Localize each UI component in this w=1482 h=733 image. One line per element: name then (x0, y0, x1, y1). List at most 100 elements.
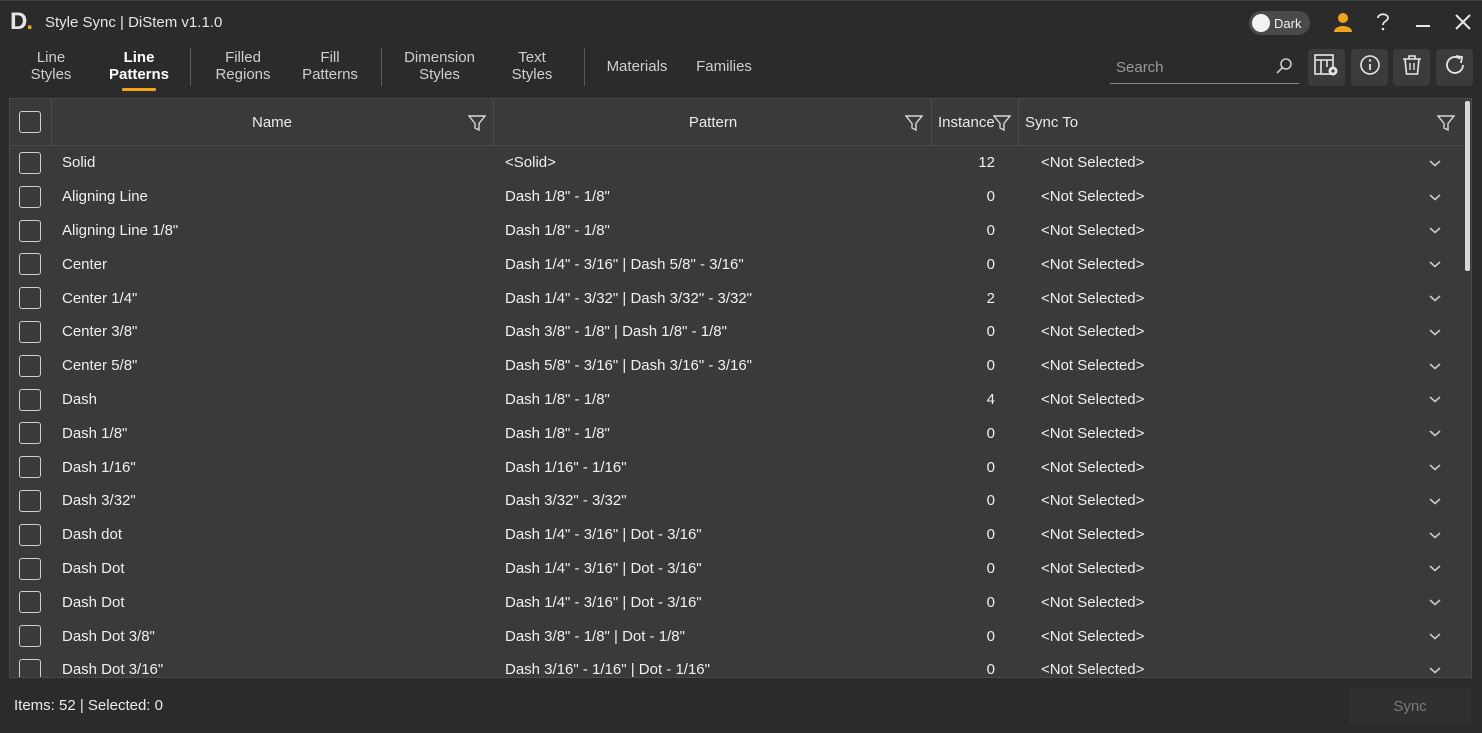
sync-to-dropdown[interactable]: <Not Selected> (1041, 315, 1144, 349)
row-name: Dash Dot (62, 559, 125, 577)
sync-to-dropdown[interactable]: <Not Selected> (1041, 247, 1144, 281)
row-checkbox[interactable] (19, 185, 41, 208)
vertical-scrollbar[interactable] (1465, 101, 1470, 271)
row-checkbox[interactable] (19, 557, 41, 580)
row-checkbox[interactable] (19, 591, 41, 614)
refresh-button[interactable] (1436, 49, 1473, 86)
tab-line-styles[interactable]: Line Styles (28, 49, 74, 83)
sync-to-dropdown[interactable]: <Not Selected> (1041, 383, 1144, 417)
sync-to-dropdown[interactable]: <Not Selected> (1041, 349, 1144, 383)
tab-line-patterns[interactable]: Line Patterns (106, 49, 172, 91)
table-row[interactable]: Center 5/8" Dash 5/8" - 3/16" | Dash 3/16… (10, 349, 1464, 383)
sync-to-dropdown[interactable]: <Not Selected> (1041, 416, 1144, 450)
column-header-name[interactable]: Name (51, 99, 493, 146)
chevron-down-icon[interactable] (1428, 281, 1442, 315)
column-header-pattern[interactable]: Pattern (494, 99, 932, 146)
tab-families[interactable]: Families (692, 58, 756, 75)
minimize-icon[interactable] (1410, 9, 1436, 35)
filter-sync-to-icon[interactable] (1436, 114, 1456, 137)
table-row[interactable]: Dash Dash 1/8" - 1/8" 4 <Not Selected> (10, 383, 1464, 417)
delete-button[interactable] (1393, 49, 1430, 86)
table-row[interactable]: Dash 1/16" Dash 1/16" - 1/16" 0 <Not Select… (10, 450, 1464, 484)
chevron-down-icon[interactable] (1428, 450, 1442, 484)
row-checkbox[interactable] (19, 523, 41, 546)
sync-to-dropdown[interactable]: <Not Selected> (1041, 281, 1144, 315)
row-checkbox[interactable] (19, 152, 41, 174)
sync-to-dropdown[interactable]: <Not Selected> (1041, 552, 1144, 586)
table-row[interactable]: Solid <Solid> 12 <Not Selected> (10, 146, 1464, 180)
row-checkbox[interactable] (19, 253, 41, 276)
sync-to-dropdown[interactable]: <Not Selected> (1041, 653, 1144, 677)
row-checkbox[interactable] (19, 388, 41, 411)
tab-divider (190, 48, 191, 86)
user-icon[interactable] (1330, 9, 1356, 35)
table-row[interactable]: Dash dot Dash 1/4" - 3/16" | Dot - 3/16" 0… (10, 518, 1464, 552)
row-pattern: Dash 5/8" - 3/16" | Dash 3/16" - 3/16" (505, 357, 752, 375)
table-row[interactable]: Dash Dot 3/8" Dash 3/8" - 1/8" | Dot - 1/… (10, 619, 1464, 653)
search-input[interactable] (1116, 57, 1266, 77)
table-row[interactable]: Dash 1/8" Dash 1/8" - 1/8" 0 <Not Selected> (10, 416, 1464, 450)
table-row[interactable]: Center Dash 1/4" - 3/16" | Dash 5/8" - 3/… (10, 247, 1464, 281)
chevron-down-icon[interactable] (1428, 518, 1442, 552)
tab-text-styles[interactable]: Text Styles (506, 49, 558, 83)
row-checkbox[interactable] (19, 354, 41, 377)
table-row[interactable]: Dash Dot 3/16" Dash 3/16" - 1/16" | Dot -… (10, 653, 1464, 677)
sync-to-dropdown[interactable]: <Not Selected> (1041, 619, 1144, 653)
row-instance-count: 0 (986, 627, 995, 645)
chevron-down-icon[interactable] (1428, 484, 1442, 518)
row-checkbox[interactable] (19, 658, 41, 677)
row-checkbox[interactable] (19, 219, 41, 242)
info-button[interactable] (1351, 49, 1388, 86)
column-header-sync-to[interactable]: Sync To (1025, 99, 1225, 146)
sync-to-dropdown[interactable]: <Not Selected> (1041, 484, 1144, 518)
tab-materials[interactable]: Materials (600, 58, 674, 75)
sync-to-dropdown[interactable]: <Not Selected> (1041, 180, 1144, 214)
help-icon[interactable] (1370, 9, 1396, 35)
table-row[interactable]: Center 3/8" Dash 3/8" - 1/8" | Dash 1/8" … (10, 315, 1464, 349)
row-checkbox[interactable] (19, 422, 41, 445)
row-checkbox[interactable] (19, 456, 41, 479)
theme-toggle[interactable]: Dark (1249, 11, 1310, 35)
row-checkbox[interactable] (19, 489, 41, 512)
sync-to-dropdown[interactable]: <Not Selected> (1041, 214, 1144, 248)
filter-instance-icon[interactable] (992, 114, 1012, 137)
sync-button[interactable]: Sync (1349, 688, 1471, 724)
sync-to-dropdown[interactable]: <Not Selected> (1041, 450, 1144, 484)
table-row[interactable]: Center 1/4" Dash 1/4" - 3/32" | Dash 3/32… (10, 281, 1464, 315)
chevron-down-icon[interactable] (1428, 180, 1442, 214)
tab-dimension-styles[interactable]: Dimension Styles (397, 49, 482, 83)
row-checkbox[interactable] (19, 320, 41, 343)
select-all-checkbox[interactable] (19, 111, 41, 133)
sync-to-dropdown[interactable]: <Not Selected> (1041, 518, 1144, 552)
chevron-down-icon[interactable] (1428, 416, 1442, 450)
row-checkbox[interactable] (19, 287, 41, 310)
row-checkbox[interactable] (19, 625, 41, 648)
chevron-down-icon[interactable] (1428, 247, 1442, 281)
sync-to-dropdown[interactable]: <Not Selected> (1041, 585, 1144, 619)
chevron-down-icon[interactable] (1428, 349, 1442, 383)
tab-filled-regions[interactable]: Filled Regions (210, 49, 276, 83)
column-header-instance[interactable]: Instance (938, 99, 998, 146)
chevron-down-icon[interactable] (1428, 383, 1442, 417)
close-icon[interactable] (1450, 9, 1476, 35)
search-icon[interactable] (1275, 57, 1293, 80)
chevron-down-icon[interactable] (1428, 214, 1442, 248)
filter-pattern-icon[interactable] (904, 114, 924, 137)
chevron-down-icon[interactable] (1428, 585, 1442, 619)
filter-name-icon[interactable] (467, 114, 487, 137)
table-row[interactable]: Dash Dot Dash 1/4" - 3/16" | Dot - 3/16" 0… (10, 585, 1464, 619)
table-row[interactable]: Aligning Line Dash 1/8" - 1/8" 0 <Not Selec… (10, 180, 1464, 214)
chevron-down-icon[interactable] (1428, 552, 1442, 586)
table-row[interactable]: Aligning Line 1/8" Dash 1/8" - 1/8" 0 <Not … (10, 214, 1464, 248)
chevron-down-icon[interactable] (1428, 653, 1442, 677)
chevron-down-icon[interactable] (1428, 146, 1442, 180)
table-row[interactable]: Dash Dot Dash 1/4" - 3/16" | Dot - 3/16" 0… (10, 552, 1464, 586)
chevron-down-icon[interactable] (1428, 315, 1442, 349)
chevron-down-icon[interactable] (1428, 619, 1442, 653)
row-pattern: Dash 1/8" - 1/8" (505, 390, 610, 408)
column-settings-button[interactable] (1308, 49, 1345, 86)
row-pattern: Dash 3/8" - 1/8" | Dash 1/8" - 1/8" (505, 323, 727, 341)
table-row[interactable]: Dash 3/32" Dash 3/32" - 3/32" 0 <Not Select… (10, 484, 1464, 518)
tab-fill-patterns[interactable]: Fill Patterns (296, 49, 364, 83)
sync-to-dropdown[interactable]: <Not Selected> (1041, 146, 1144, 180)
